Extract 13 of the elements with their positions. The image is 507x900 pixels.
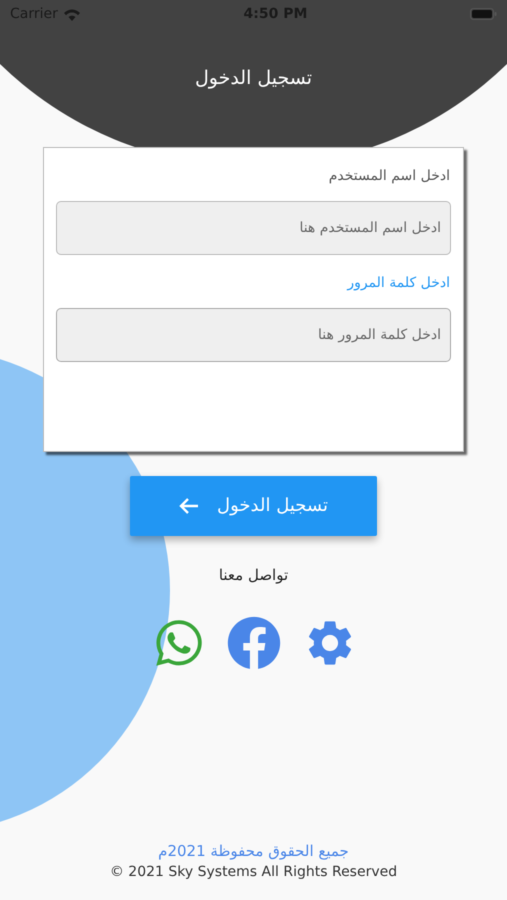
facebook-icon[interactable]	[226, 616, 280, 670]
field-label: ادخل كلمة المرور	[346, 274, 451, 292]
text-field[interactable]: ادخل كلمة المرور هنا	[56, 308, 451, 362]
field-label: ادخل اسم المستخدم	[328, 166, 451, 186]
login-button[interactable]: تسجيل الدخول	[130, 476, 377, 536]
battery-icon	[470, 8, 497, 20]
rights-arabic-text: جميع الحقوق محفوظة 2021م	[158, 840, 349, 862]
page-title: تسجيل الدخول	[194, 66, 312, 91]
wifi-icon	[62, 8, 81, 20]
contact-title: تواصل معنا	[218, 564, 288, 586]
rights-english-text: © 2021 Sky Systems All Rights Reserved	[110, 863, 398, 882]
text-field[interactable]: ادخل اسم المستخدم هنا	[56, 200, 451, 254]
arrow-icon	[179, 496, 200, 514]
